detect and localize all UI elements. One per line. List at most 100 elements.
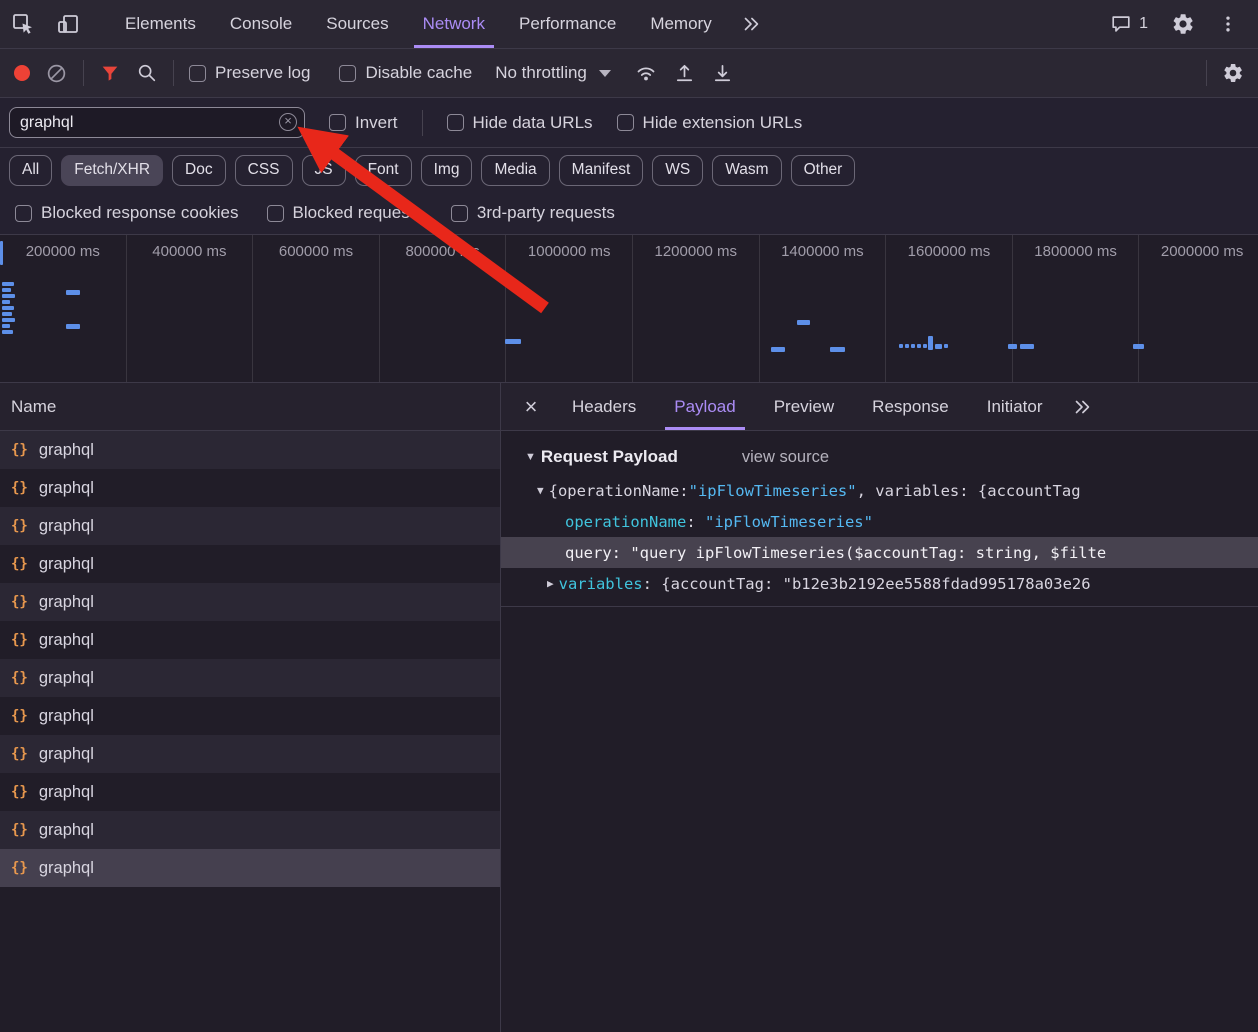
network-overview-timeline[interactable]: 200000 ms400000 ms600000 ms800000 ms1000… [0,235,1258,383]
type-filter-chip[interactable]: All [9,155,52,186]
filter-funnel-icon[interactable] [99,62,121,84]
main-tab[interactable]: Memory [633,0,728,48]
main-tab[interactable]: Elements [108,0,213,48]
type-filter-chip[interactable]: Doc [172,155,226,186]
payload-row-variables[interactable]: variables{accountTag: "b12e3b2192ee5588f… [501,568,1258,599]
detail-tab[interactable]: Initiator [968,383,1062,430]
collapse-triangle-icon[interactable] [537,484,544,497]
main-tab[interactable]: Network [406,0,502,48]
close-details-icon[interactable] [509,383,553,430]
waterfall-bar [2,282,14,286]
chip-label: Doc [185,161,213,179]
view-source-link[interactable]: view source [742,448,829,467]
filter-checkbox[interactable]: Blocked requests [267,203,423,223]
type-filter-chip[interactable]: CSS [235,155,293,186]
main-tab[interactable]: Performance [502,0,633,48]
waterfall-bar [2,306,14,310]
more-tabs-icon[interactable] [729,0,774,48]
preserve-log-checkbox[interactable]: Preserve log [189,63,310,83]
request-row[interactable]: graphql [0,735,500,773]
clear-filter-icon[interactable] [279,113,297,131]
detail-tab[interactable]: Response [853,383,968,430]
payload-text: {operationName: [549,482,689,500]
waterfall-bar [2,330,13,334]
type-filter-chip[interactable]: Font [355,155,412,186]
waterfall-bar [2,294,15,298]
export-har-icon[interactable] [673,62,696,85]
filter-checkbox[interactable]: 3rd-party requests [451,203,615,223]
chip-label: JS [315,161,333,179]
request-row[interactable]: graphql [0,431,500,469]
request-row[interactable]: graphql [0,469,500,507]
main-tab-label: Performance [519,14,616,34]
type-filter-chip[interactable]: Img [421,155,473,186]
checkbox-box [339,65,356,82]
detail-tab-label: Preview [774,397,834,417]
device-toolbar-icon[interactable] [45,0,90,48]
detail-tab[interactable]: Preview [755,383,853,430]
type-filter-chip[interactable]: Fetch/XHR [61,155,163,186]
request-name: graphql [39,479,94,498]
checkbox-label: Disable cache [365,63,472,83]
payload-summary-row[interactable]: {operationName: "ipFlowTimeseries", vari… [501,475,1258,506]
request-type-filters: All Fetch/XHR Doc CSS JS Font Img Media Manifest… [0,148,1258,192]
filter-input[interactable] [20,114,274,132]
request-row[interactable]: graphql [0,583,500,621]
chip-label: Wasm [725,161,768,179]
request-row[interactable]: graphql [0,545,500,583]
type-filter-chip[interactable]: Media [481,155,549,186]
type-filter-chip[interactable]: JS [302,155,346,186]
request-row[interactable]: graphql [0,849,500,887]
record-button[interactable] [14,65,30,81]
disable-cache-checkbox[interactable]: Disable cache [339,63,472,83]
request-row[interactable]: graphql [0,811,500,849]
inspect-element-icon[interactable] [0,0,45,48]
request-row[interactable]: graphql [0,697,500,735]
request-name: graphql [39,631,94,650]
hide-extension-urls-checkbox[interactable]: Hide extension URLs [617,113,803,133]
expand-triangle-icon[interactable] [547,577,554,590]
main-tab[interactable]: Sources [309,0,405,48]
clear-network-log-icon[interactable] [45,62,68,85]
detail-tab[interactable]: Payload [655,383,754,430]
chevron-down-icon [599,70,611,77]
search-icon[interactable] [136,62,158,84]
request-row[interactable]: graphql [0,621,500,659]
settings-gear-icon[interactable] [1160,12,1205,36]
detail-tab[interactable]: Headers [553,383,655,430]
type-filter-chip[interactable]: Wasm [712,155,781,186]
hide-data-urls-checkbox[interactable]: Hide data URLs [447,113,593,133]
network-conditions-icon[interactable] [634,61,658,85]
json-braces-icon [11,594,28,610]
payload-row-query[interactable]: query"query ipFlowTimeseries($accountTag… [501,537,1258,568]
waterfall-bar [923,344,927,348]
checkbox-box [447,114,464,131]
timeline-bars [0,235,1258,382]
chip-label: Media [494,161,536,179]
throttling-select[interactable]: No throttling [495,63,611,83]
network-settings-gear-icon[interactable] [1222,62,1244,84]
json-braces-icon [11,556,28,572]
request-row[interactable]: graphql [0,507,500,545]
name-column-header[interactable]: Name [0,383,500,431]
request-row[interactable]: graphql [0,659,500,697]
chip-label: Manifest [572,161,631,179]
type-filter-chip[interactable]: Manifest [559,155,644,186]
payload-row-operation-name[interactable]: operationName"ipFlowTimeseries" [501,506,1258,537]
invert-checkbox[interactable]: Invert [329,113,398,133]
tabbar-right-cluster: 1 [1110,0,1258,48]
column-header-label: Name [11,397,56,417]
type-filter-chip[interactable]: WS [652,155,703,186]
type-filter-chip[interactable]: Other [791,155,856,186]
import-har-icon[interactable] [711,62,734,85]
waterfall-bar [1133,344,1144,349]
more-detail-tabs-icon[interactable] [1061,383,1103,430]
checkbox-label: 3rd-party requests [477,203,615,223]
main-tab[interactable]: Console [213,0,309,48]
request-payload-section-header[interactable]: Request Payload view source [501,431,1258,475]
filter-checkbox[interactable]: Blocked response cookies [15,203,239,223]
request-row[interactable]: graphql [0,773,500,811]
kebab-menu-icon[interactable] [1205,13,1250,35]
console-messages-button[interactable]: 1 [1110,13,1148,35]
collapse-triangle-icon[interactable] [525,451,536,463]
